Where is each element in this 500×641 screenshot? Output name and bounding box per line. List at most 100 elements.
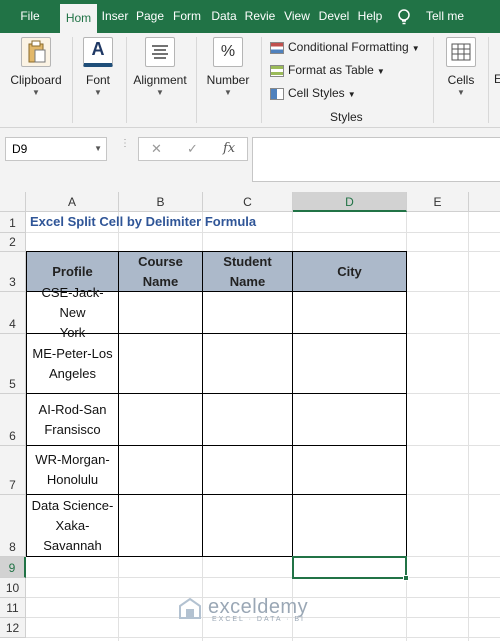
student-name-cell[interactable]	[203, 446, 293, 495]
enter-icon[interactable]: ✓	[187, 141, 198, 157]
student-name-cell[interactable]	[203, 394, 293, 446]
profile-cell[interactable]: WR-Morgan- Honolulu	[27, 446, 119, 495]
tab-home[interactable]: Hom	[60, 4, 97, 33]
sheet-title-cell[interactable]: Excel Split Cell by Delimiter Formula	[30, 214, 256, 229]
column-header-c[interactable]: C	[203, 192, 293, 212]
clipboard-button[interactable]: Clipboard ▼	[6, 37, 66, 97]
formula-bar: D9 ▼ ⋮ ✕ ✓ fx	[0, 128, 500, 192]
row-number: 12	[5, 621, 20, 635]
course-name-cell[interactable]	[119, 446, 203, 495]
row-number: 7	[9, 478, 16, 492]
row-header-4[interactable]: 4	[0, 292, 26, 334]
header-cell-student-name[interactable]: Student Name	[203, 252, 293, 292]
city-cell[interactable]	[293, 334, 407, 394]
formula-input[interactable]	[252, 137, 500, 182]
row-header-12[interactable]: 12	[0, 618, 26, 638]
chevron-down-icon: ▼	[156, 88, 164, 97]
cells-grid-icon	[446, 37, 476, 67]
city-cell[interactable]	[293, 495, 407, 557]
format-as-table-icon	[270, 64, 284, 77]
column-header-e[interactable]: E	[407, 192, 469, 212]
row-header-1[interactable]: 1	[0, 212, 26, 233]
tab-view[interactable]: View	[280, 0, 314, 33]
city-cell[interactable]	[293, 394, 407, 446]
number-button[interactable]: % Number ▼	[201, 37, 255, 97]
chevron-down-icon: ▼	[94, 88, 102, 97]
tab-developer[interactable]: Devel	[316, 0, 352, 33]
cell-line: CSE-Jack-New	[41, 284, 104, 320]
cells-button[interactable]: Cells ▼	[440, 37, 482, 97]
select-all-corner[interactable]	[0, 192, 26, 212]
fill-handle[interactable]	[403, 575, 409, 581]
ribbon-home: Clipboard ▼ A Font ▼ Alignment ▼ % Numbe…	[0, 33, 500, 128]
column-header-f[interactable]	[469, 192, 500, 212]
active-cell-d9[interactable]	[292, 556, 409, 581]
header-label: City	[337, 263, 362, 279]
cell-line: Angeles	[49, 365, 96, 381]
group-divider	[72, 37, 73, 123]
student-name-cell[interactable]	[203, 495, 293, 557]
clipboard-label: Clipboard	[10, 73, 62, 87]
row-header-8[interactable]: 8	[0, 495, 26, 557]
conditional-formatting-icon	[270, 41, 284, 54]
gridline	[26, 577, 500, 578]
row-number: 8	[9, 540, 16, 554]
watermark-tagline: EXCEL · DATA · BI	[212, 616, 305, 623]
column-header-b[interactable]: B	[119, 192, 203, 212]
percent-icon: %	[213, 37, 243, 67]
row-number: 5	[9, 377, 16, 391]
profile-cell[interactable]: CSE-Jack-New York	[27, 285, 119, 340]
header-label: Profile	[52, 263, 93, 279]
cell-styles-button[interactable]: Cell Styles ▼	[270, 84, 356, 102]
header-cell-city[interactable]: City	[293, 252, 407, 292]
student-name-cell[interactable]	[203, 334, 293, 394]
row-header-7[interactable]: 7	[0, 446, 26, 495]
profile-cell[interactable]: ME-Peter-Los Angeles	[27, 334, 119, 394]
city-cell[interactable]	[293, 446, 407, 495]
font-label: Font	[85, 73, 110, 87]
column-header-d[interactable]: D	[293, 192, 407, 212]
row-header-10[interactable]: 10	[0, 578, 26, 598]
cell-line: AI-Rod-San	[38, 401, 107, 417]
cell-line: Data Science-	[31, 497, 114, 513]
course-name-cell[interactable]	[119, 334, 203, 394]
column-header-a[interactable]: A	[26, 192, 119, 212]
row-header-9[interactable]: 9	[0, 557, 26, 578]
alignment-button[interactable]: Alignment ▼	[130, 37, 190, 97]
cancel-icon[interactable]: ✕	[151, 141, 162, 157]
row-header-11[interactable]: 11	[0, 598, 26, 618]
lightbulb-icon[interactable]	[396, 8, 412, 26]
profile-cell[interactable]: Data Science- Xaka- Savannah	[27, 495, 119, 557]
chevron-down-icon[interactable]: ▼	[94, 138, 102, 160]
city-cell[interactable]	[293, 292, 407, 334]
course-name-cell[interactable]	[119, 292, 203, 334]
insert-function-icon[interactable]: fx	[223, 141, 235, 156]
course-name-cell[interactable]	[119, 394, 203, 446]
cell-line: Xaka-	[55, 517, 90, 533]
name-box[interactable]: D9 ▼	[5, 137, 107, 161]
header-label: Name	[229, 273, 266, 289]
tab-insert[interactable]: Inser	[99, 0, 131, 33]
group-divider	[488, 37, 489, 123]
tab-formulas[interactable]: Form	[170, 0, 204, 33]
format-as-table-button[interactable]: Format as Table ▼	[270, 61, 385, 79]
tab-help[interactable]: Help	[354, 0, 386, 33]
tab-data[interactable]: Data	[207, 0, 241, 33]
tab-file[interactable]: File	[8, 0, 52, 33]
row-number: 4	[9, 317, 16, 331]
tab-review[interactable]: Revie	[243, 0, 277, 33]
row-header-5[interactable]: 5	[0, 334, 26, 394]
tell-me-search[interactable]: Tell me	[420, 0, 470, 33]
profile-cell[interactable]: AI-Rod-San Fransisco	[27, 394, 119, 446]
tab-page-layout[interactable]: Page	[134, 0, 166, 33]
row-header-3[interactable]: 3	[0, 252, 26, 292]
student-name-cell[interactable]	[203, 292, 293, 334]
row-header-6[interactable]: 6	[0, 394, 26, 446]
align-lines-icon	[145, 37, 175, 67]
font-button[interactable]: A Font ▼	[76, 37, 120, 97]
row-header-2[interactable]: 2	[0, 233, 26, 252]
header-cell-course-name[interactable]: Course Name	[119, 252, 203, 292]
conditional-formatting-button[interactable]: Conditional Formatting ▼	[270, 38, 420, 56]
name-box-value: D9	[12, 142, 28, 156]
course-name-cell[interactable]	[119, 495, 203, 557]
